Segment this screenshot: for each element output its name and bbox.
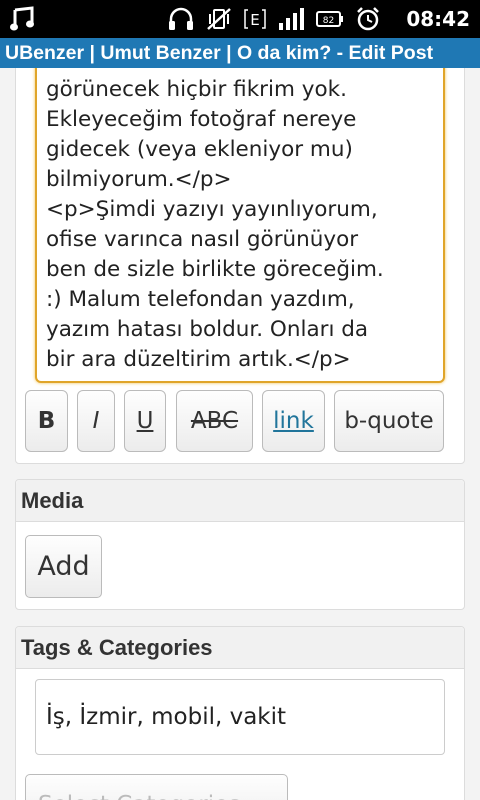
strikethrough-button[interactable]: ABC — [176, 390, 253, 452]
media-panel: Media Add — [15, 479, 465, 610]
add-media-button[interactable]: Add — [25, 535, 102, 598]
post-content-line: ofise varınca nasıl görünüyor — [46, 227, 359, 252]
select-categories-button[interactable]: Select Categories — [25, 774, 288, 800]
post-content-line: :) Malum telefondan yazdım, — [46, 287, 355, 312]
link-button[interactable]: link — [262, 390, 325, 452]
status-clock: 08:42 — [406, 7, 470, 31]
bold-button[interactable]: B — [25, 390, 68, 452]
post-content-line: bir ara düzeltirim artık.</p> — [46, 347, 351, 372]
italic-button[interactable]: I — [77, 390, 115, 452]
post-content-line: görünecek hiçbir fikrim yok. — [46, 77, 347, 102]
status-bar: E 82 08:42 — [0, 0, 480, 38]
music-note-icon — [10, 6, 36, 32]
post-content-line: Ekleyeceğim fotoğraf nereye — [46, 107, 357, 132]
vibrate-off-icon — [206, 7, 232, 31]
tags-categories-panel: Tags & Categories İş, İzmir, mobil, vaki… — [15, 626, 465, 800]
tags-input[interactable]: İş, İzmir, mobil, vakit — [35, 679, 445, 755]
post-editor-panel: görünecek hiçbir fikrim yok. Ekleyeceğim … — [15, 68, 465, 464]
post-content-line: ben de sizle birlikte göreceğim. — [46, 257, 384, 282]
post-content-line: yazım hatası boldur. Onları da — [46, 317, 369, 342]
svg-text:E: E — [250, 11, 259, 29]
post-content-textarea[interactable]: görünecek hiçbir fikrim yok. Ekleyeceğim … — [35, 68, 445, 383]
post-content-line: gidecek (veya ekleniyor mu) — [46, 137, 353, 162]
alarm-clock-icon — [356, 7, 380, 31]
battery-icon: 82 — [316, 7, 344, 31]
content-area[interactable]: görünecek hiçbir fikrim yok. Ekleyeceğim … — [0, 68, 480, 800]
post-content-text: görünecek hiçbir fikrim yok. Ekleyeceğim … — [46, 75, 437, 375]
media-header: Media — [16, 480, 464, 522]
edge-network-icon: E — [244, 7, 266, 31]
headset-icon — [168, 7, 194, 31]
blockquote-button[interactable]: b-quote — [334, 390, 444, 452]
signal-bars-icon — [278, 7, 304, 31]
post-content-line: <p>Şimdi yazıyı yayınlıyorum, — [46, 197, 378, 222]
underline-button[interactable]: U — [124, 390, 166, 452]
page-title: UBenzer | Umut Benzer | O da kim? - Edit… — [0, 38, 480, 68]
post-content-line: bilmiyorum.</p> — [46, 167, 232, 192]
tags-categories-header: Tags & Categories — [16, 627, 464, 669]
svg-text:82: 82 — [323, 16, 334, 26]
